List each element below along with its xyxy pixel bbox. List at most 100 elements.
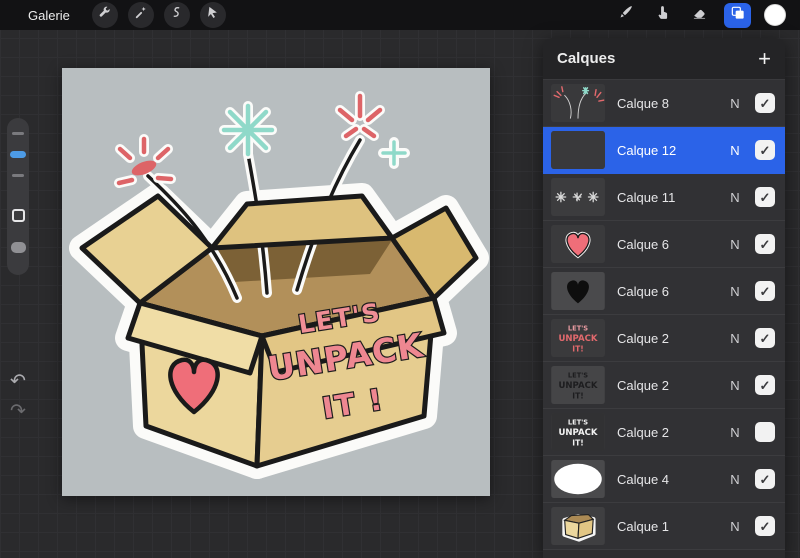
checkmark-icon: ✓: [759, 518, 771, 534]
transform-button[interactable]: [199, 2, 226, 28]
smudge-button[interactable]: [650, 3, 674, 27]
blend-mode-button[interactable]: N: [725, 96, 745, 111]
layer-visibility-checkbox[interactable]: [755, 422, 775, 442]
layer-visibility-checkbox[interactable]: ✓: [755, 328, 775, 348]
adjustments-button[interactable]: [127, 2, 154, 28]
checkmark-icon: ✓: [759, 330, 771, 346]
layers-icon: [730, 5, 746, 26]
wrench-icon: [97, 5, 112, 25]
eraser-button[interactable]: [687, 3, 711, 27]
heart-black-thumbnail[interactable]: [551, 272, 605, 310]
smudge-icon: [654, 4, 671, 26]
layer-row[interactable]: LET'S UNPACK IT! Calque 2 N ✓: [543, 362, 785, 409]
blend-mode-button[interactable]: N: [725, 190, 745, 205]
white-ellipse-thumbnail[interactable]: [551, 460, 605, 498]
selection-button[interactable]: [163, 2, 190, 28]
text-white-thumbnail[interactable]: LET'S UNPACK IT!: [551, 413, 605, 451]
undo-button[interactable]: ↶: [6, 371, 30, 393]
text-pink-thumbnail[interactable]: LET'S UNPACK IT!: [551, 319, 605, 357]
blend-mode-button[interactable]: N: [725, 519, 745, 534]
blend-mode-button[interactable]: N: [725, 331, 745, 346]
layer-name: Calque 12: [617, 142, 677, 158]
svg-text:UNPACK: UNPACK: [558, 428, 597, 438]
svg-text:LET'S: LET'S: [568, 371, 588, 379]
gallery-button[interactable]: Galerie: [28, 8, 70, 23]
box-art-thumbnail[interactable]: [551, 507, 605, 545]
layer-row[interactable]: Calque 8 N ✓: [543, 80, 785, 127]
sticker-artwork: LET'S UNPACK IT !: [69, 91, 489, 479]
actions-button[interactable]: [91, 2, 118, 28]
slider-pill: [7, 118, 29, 275]
layer-row[interactable]: Calque 11 N ✓: [543, 174, 785, 221]
brush-size-slider[interactable]: [10, 151, 26, 158]
magic-wand-icon: [133, 5, 148, 25]
layer-name: Calque 8: [617, 95, 670, 111]
slider-tick-top: [12, 132, 24, 135]
checkmark-icon: ✓: [759, 236, 771, 252]
layer-row[interactable]: Calque 4 N ✓: [543, 456, 785, 503]
layer-visibility-checkbox[interactable]: ✓: [755, 234, 775, 254]
layer-name: Calque 4: [617, 471, 670, 487]
layer-visibility-checkbox[interactable]: ✓: [755, 93, 775, 113]
checkmark-icon: ✓: [759, 283, 771, 299]
svg-text:IT!: IT!: [572, 344, 583, 353]
layer-row[interactable]: Calque 12 N ✓: [543, 127, 785, 174]
layer-visibility-checkbox[interactable]: ✓: [755, 281, 775, 301]
blend-mode-button[interactable]: N: [725, 425, 745, 440]
firework-teal-center: [221, 103, 275, 157]
opacity-slider[interactable]: [10, 242, 26, 253]
layer-row[interactable]: LET'S UNPACK IT! Calque 2 N ✓: [543, 315, 785, 362]
blend-mode-button[interactable]: N: [725, 472, 745, 487]
svg-text:UNPACK: UNPACK: [558, 381, 597, 391]
layer-row[interactable]: LET'S UNPACK IT! Calque 2 N: [543, 409, 785, 456]
layer-name: Calque 2: [617, 377, 670, 393]
plain-dark-thumbnail[interactable]: [551, 131, 605, 169]
layer-visibility-checkbox[interactable]: ✓: [755, 516, 775, 536]
layer-name: Calque 2: [617, 330, 670, 346]
layers-panel-title: Calques: [557, 50, 616, 67]
app-screen: Galerie ↶ ↷ LET'S UNPACK IT ! Calques + …: [0, 0, 800, 558]
layer-list: Calque 8 N ✓ Calque 12 N ✓ Calque 11 N ✓…: [543, 80, 785, 550]
color-button[interactable]: [764, 4, 786, 26]
blend-mode-button[interactable]: N: [725, 143, 745, 158]
fireworks-thumbnail[interactable]: [551, 84, 605, 122]
svg-text:LET'S: LET'S: [568, 418, 588, 426]
layer-name: Calque 6: [617, 236, 670, 252]
topbar: Galerie: [0, 0, 800, 30]
paint-button[interactable]: [613, 3, 637, 27]
checkmark-icon: ✓: [759, 95, 771, 111]
layer-name: Calque 2: [617, 424, 670, 440]
redo-button[interactable]: ↷: [6, 401, 30, 423]
layer-row[interactable]: Calque 1 N ✓: [543, 503, 785, 550]
left-tool-group: [91, 2, 226, 28]
eraser-icon: [691, 4, 708, 26]
blend-mode-button[interactable]: N: [725, 378, 745, 393]
blend-mode-button[interactable]: N: [725, 237, 745, 252]
layer-visibility-checkbox[interactable]: ✓: [755, 469, 775, 489]
layer-visibility-checkbox[interactable]: ✓: [755, 140, 775, 160]
text-outline-thumbnail[interactable]: LET'S UNPACK IT!: [551, 366, 605, 404]
layer-visibility-checkbox[interactable]: ✓: [755, 375, 775, 395]
add-layer-button[interactable]: +: [758, 47, 771, 69]
svg-text:IT!: IT!: [572, 391, 583, 400]
layer-row[interactable]: Calque 6 N ✓: [543, 268, 785, 315]
blend-mode-button[interactable]: N: [725, 284, 745, 299]
canvas[interactable]: LET'S UNPACK IT !: [62, 68, 490, 496]
modify-button[interactable]: [11, 209, 25, 222]
selection-s-icon: [169, 5, 184, 25]
heart-pink-thumbnail[interactable]: [551, 225, 605, 263]
checkmark-icon: ✓: [759, 377, 771, 393]
firework-teal-small: [381, 140, 407, 166]
layers-button[interactable]: [724, 2, 751, 28]
sparks-thumbnail[interactable]: [551, 178, 605, 216]
svg-text:IT!: IT!: [572, 438, 583, 447]
layers-panel-header: Calques +: [543, 38, 785, 80]
svg-text:LET'S: LET'S: [568, 324, 588, 332]
checkmark-icon: ✓: [759, 142, 771, 158]
brush-icon: [617, 4, 634, 26]
layer-visibility-checkbox[interactable]: ✓: [755, 187, 775, 207]
layer-name: Calque 11: [617, 189, 676, 205]
layer-row[interactable]: Calque 6 N ✓: [543, 221, 785, 268]
checkmark-icon: ✓: [759, 189, 771, 205]
layer-name: Calque 6: [617, 283, 670, 299]
